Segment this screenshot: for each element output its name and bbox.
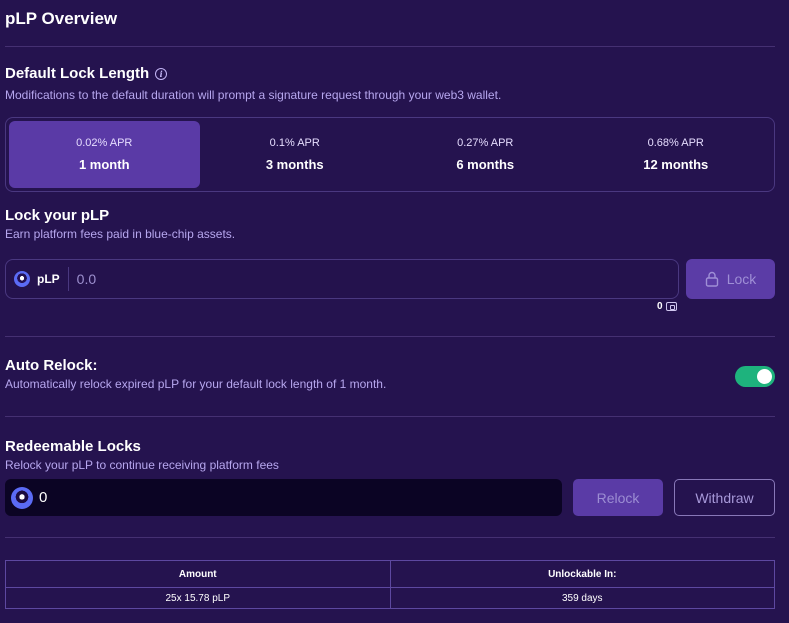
lock-amount-field: pLP [5, 259, 679, 299]
wallet-balance: 0 [657, 301, 677, 312]
duration-apr: 0.68% APR [647, 137, 704, 149]
plp-token-icon [14, 271, 30, 287]
column-header-unlockable-in: Unlockable In: [389, 560, 775, 588]
duration-label: 3 months [265, 157, 324, 172]
divider [5, 46, 775, 47]
lock-duration-selector: 0.02% APR 1 month 0.1% APR 3 months 0.27… [5, 117, 775, 192]
wallet-icon [665, 302, 677, 311]
duration-label: 12 months [643, 157, 709, 172]
redeemable-amount: 0 [5, 479, 562, 516]
auto-relock-toggle[interactable] [735, 366, 775, 387]
redeemable-title: Redeemable Locks [5, 438, 141, 455]
wallet-balance-value: 0 [657, 301, 663, 312]
token-label: pLP [37, 272, 60, 286]
divider [5, 416, 775, 417]
toggle-knob [757, 369, 772, 384]
relock-button[interactable]: Relock [573, 479, 663, 516]
duration-option-6-months[interactable]: 0.27% APR 6 months [390, 121, 581, 188]
lock-length-subtitle: Modifications to the default duration wi… [5, 88, 502, 102]
info-icon[interactable]: i [155, 68, 168, 80]
duration-option-1-month[interactable]: 0.02% APR 1 month [9, 121, 200, 188]
lock-section-subtitle: Earn platform fees paid in blue-chip ass… [5, 227, 236, 241]
duration-label: 6 months [456, 157, 515, 172]
plp-token-icon [11, 486, 33, 509]
duration-option-3-months[interactable]: 0.1% APR 3 months [200, 121, 391, 188]
lock-section-title: Lock your pLP [5, 207, 110, 224]
divider [5, 336, 775, 337]
page-title: pLP Overview [5, 9, 118, 28]
duration-option-12-months[interactable]: 0.68% APR 12 months [581, 121, 772, 188]
lock-icon [705, 271, 718, 287]
table-header-row: Amount Unlockable In: [5, 560, 775, 588]
redeemable-value: 0 [39, 489, 48, 506]
cell-unlockable-in: 359 days [389, 587, 775, 609]
divider [5, 537, 775, 538]
duration-apr: 0.27% APR [457, 137, 514, 149]
locks-table: Amount Unlockable In: 25x 15.78 pLP 359 … [5, 560, 775, 609]
token-selector: pLP [6, 267, 69, 291]
lock-length-heading: Default Lock Length i [5, 65, 168, 82]
auto-relock-subtitle: Automatically relock expired pLP for you… [5, 377, 387, 391]
lock-amount-input[interactable] [76, 271, 657, 287]
duration-apr: 0.1% APR [269, 137, 320, 149]
cell-amount: 25x 15.78 pLP [5, 587, 391, 609]
lock-length-title: Default Lock Length [5, 65, 150, 82]
lock-button-label: Lock [726, 271, 757, 287]
duration-label: 1 month [78, 157, 130, 172]
lock-button[interactable]: Lock [686, 259, 775, 299]
table-row: 25x 15.78 pLP 359 days [5, 587, 775, 609]
redeemable-subtitle: Relock your pLP to continue receiving pl… [5, 458, 279, 472]
auto-relock-title: Auto Relock: [5, 357, 98, 374]
plp-overview-panel: pLP Overview Default Lock Length i Modifi… [0, 0, 789, 623]
withdraw-button[interactable]: Withdraw [674, 479, 775, 516]
column-header-amount: Amount [5, 560, 391, 588]
duration-apr: 0.02% APR [76, 137, 133, 149]
